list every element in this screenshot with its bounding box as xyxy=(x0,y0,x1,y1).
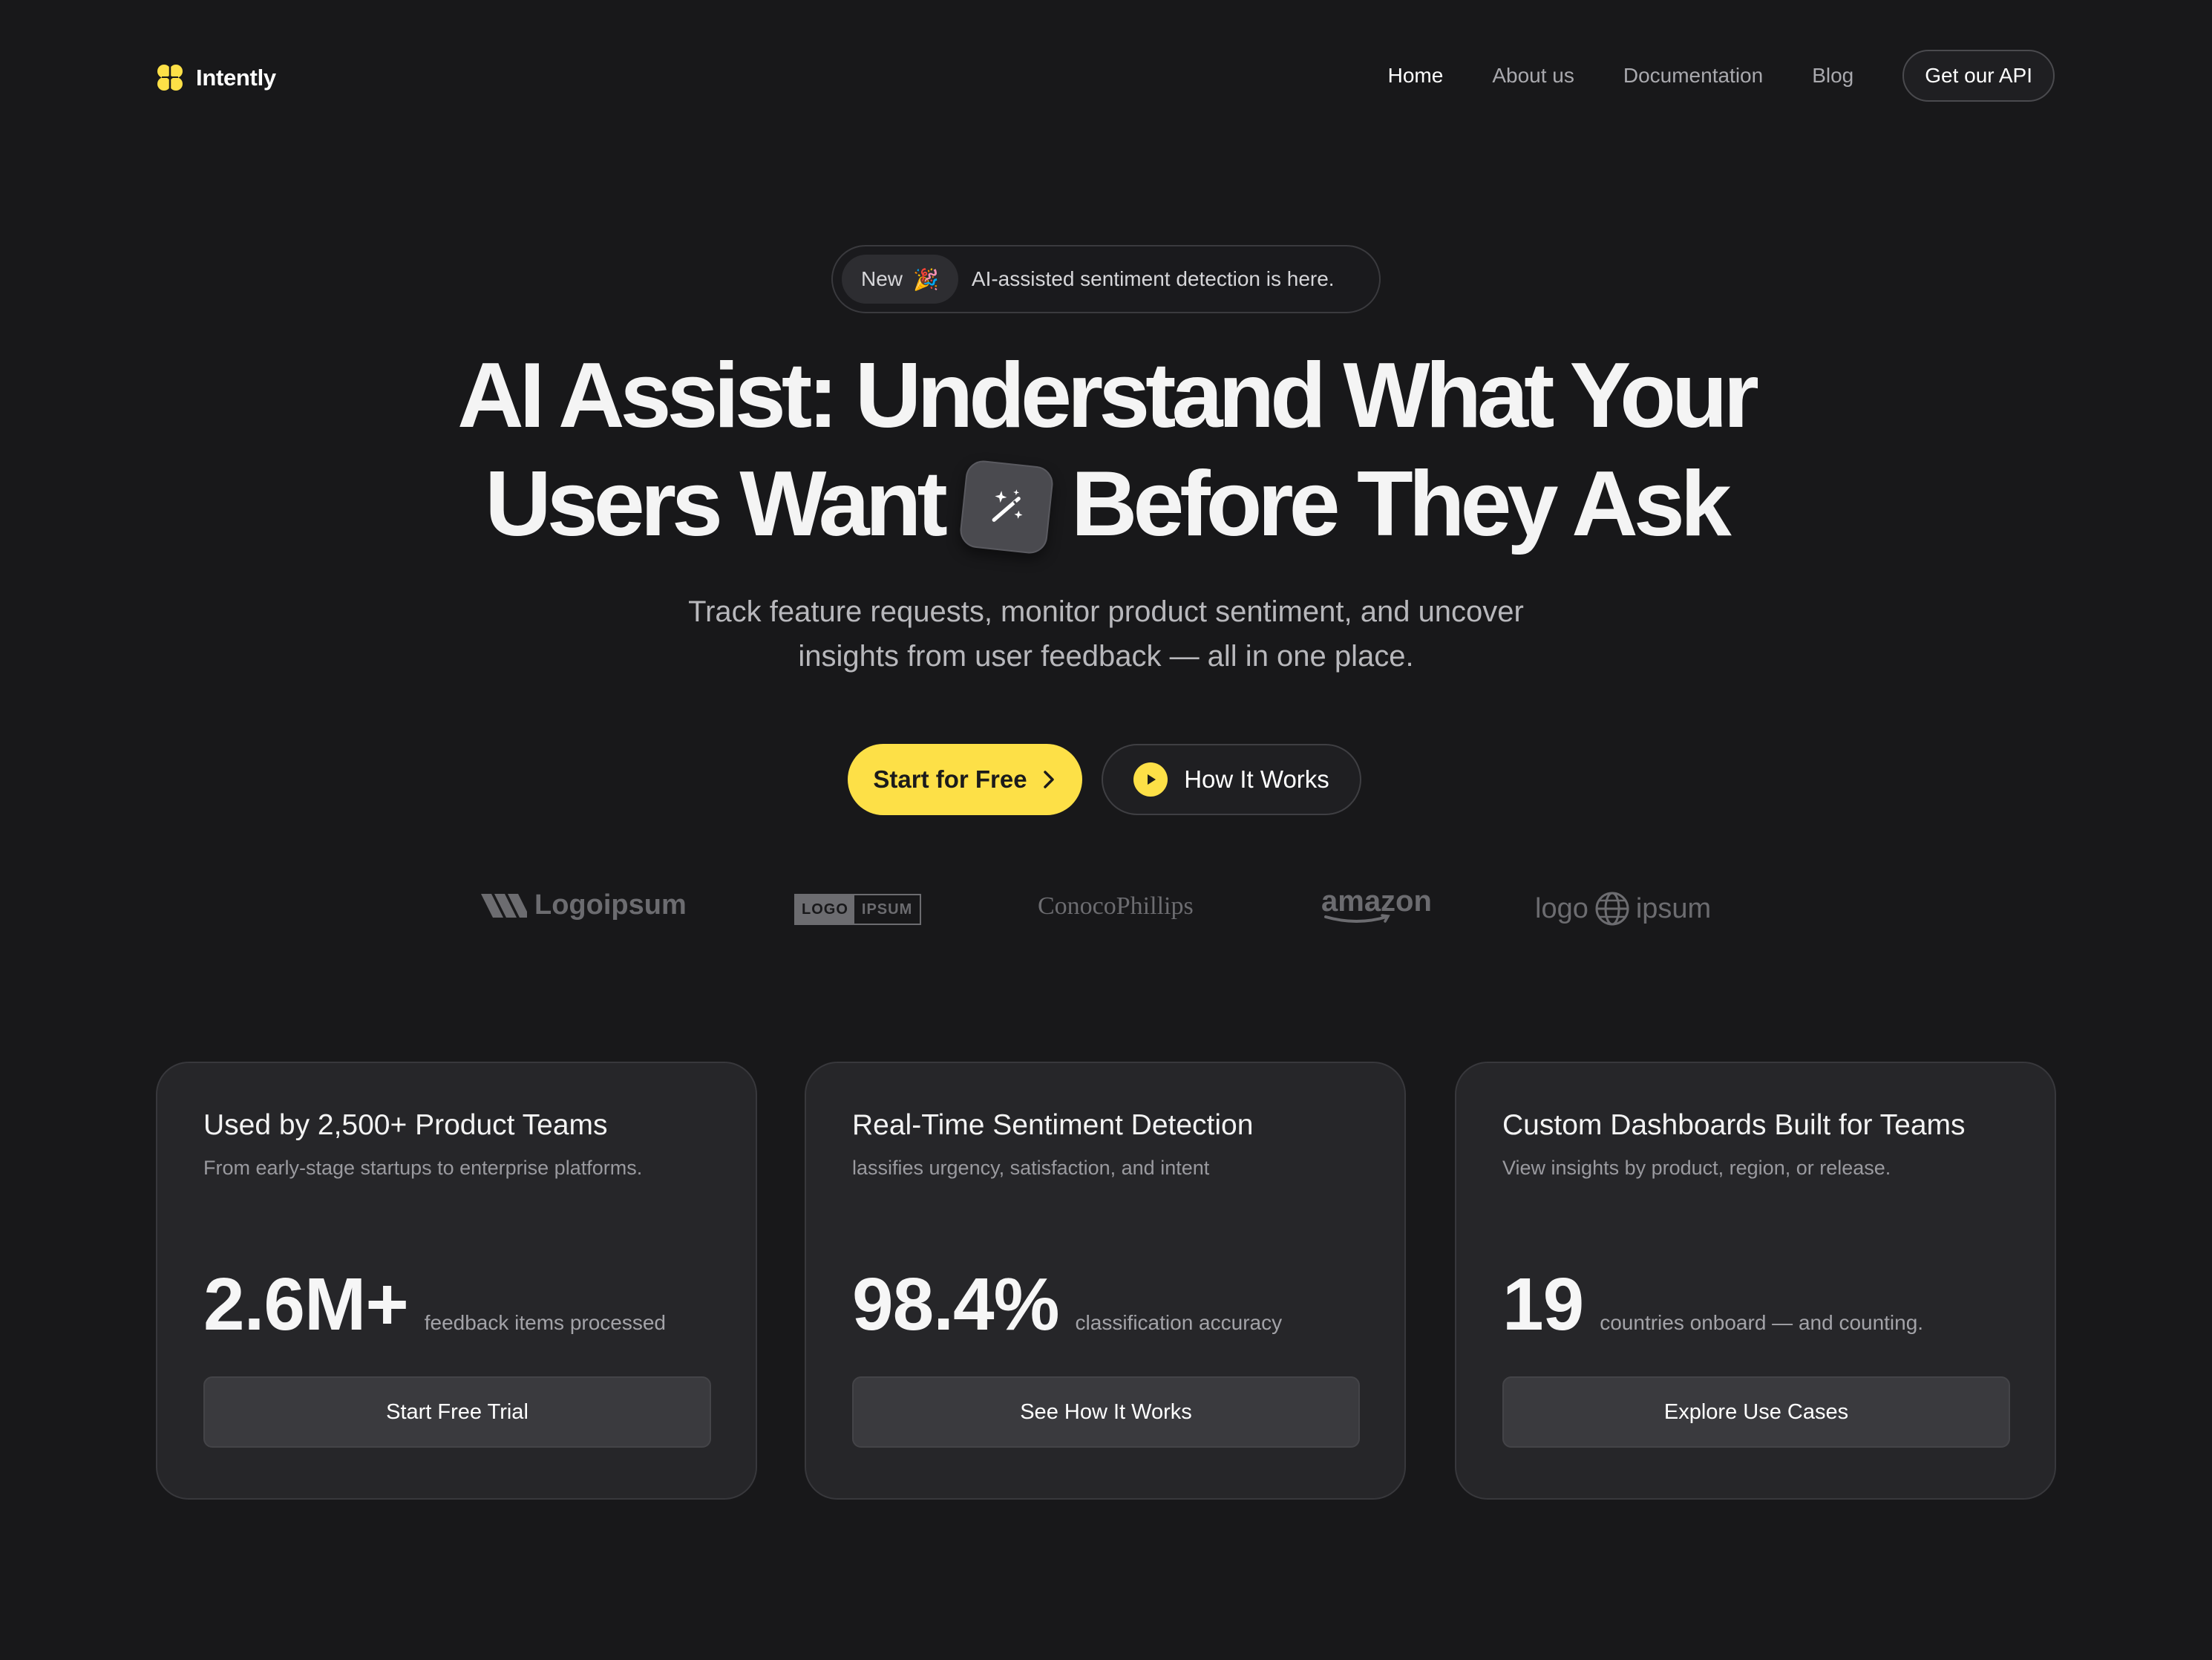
new-badge: New 🎉 xyxy=(842,255,958,304)
announcement-text: AI-assisted sentiment detection is here. xyxy=(971,267,1335,290)
partner-logo-1: Logoipsum xyxy=(481,889,687,921)
card-title: Real-Time Sentiment Detection xyxy=(852,1109,1254,1141)
partner-logo-1-text: Logoipsum xyxy=(534,889,687,921)
announcement-pill[interactable]: New 🎉 AI-assisted sentiment detection is… xyxy=(831,245,1381,313)
start-free-trial-button[interactable]: Start Free Trial xyxy=(203,1376,711,1448)
partner-logo-2: LOGO IPSUM xyxy=(794,894,922,925)
stat-label: countries onboard — and counting. xyxy=(1600,1311,1924,1334)
feature-card-dashboards: Custom Dashboards Built for Teams View i… xyxy=(1455,1062,2056,1500)
partner-logo-5-left: logo xyxy=(1535,892,1588,924)
how-it-works-label: How It Works xyxy=(1184,765,1329,793)
top-nav: Home About us Documentation Blog Get our… xyxy=(1388,50,2055,102)
stat-value: 19 xyxy=(1502,1263,1584,1346)
card-stat: 19 countries onboard — and counting. xyxy=(1502,1262,1923,1347)
nav-home[interactable]: Home xyxy=(1388,64,1444,88)
new-badge-label: New xyxy=(861,267,903,290)
brand-logo[interactable]: Intently xyxy=(154,62,276,94)
hero-title-line-2: Users Want Before They Ask xyxy=(0,450,2212,558)
stat-label: feedback items processed xyxy=(424,1311,666,1334)
amazon-smile-icon xyxy=(1324,914,1390,923)
partner-logo-conocophillips: ConocoPhillips xyxy=(1038,892,1194,921)
stat-label: classification accuracy xyxy=(1075,1311,1283,1334)
explore-use-cases-button[interactable]: Explore Use Cases xyxy=(1502,1376,2010,1448)
partner-logo-5-right: ipsum xyxy=(1635,892,1712,924)
start-for-free-label: Start for Free xyxy=(873,765,1027,793)
stat-value: 98.4% xyxy=(852,1263,1060,1346)
hero-title-part-b: Before They Ask xyxy=(1070,453,1732,555)
nav-about-us[interactable]: About us xyxy=(1492,64,1574,88)
card-description: View insights by product, region, or rel… xyxy=(1502,1157,1891,1179)
card-description: From early-stage startups to enterprise … xyxy=(203,1157,643,1179)
magic-wand-icon xyxy=(958,459,1055,555)
partner-logo-2-left: LOGO xyxy=(796,895,854,924)
card-title: Used by 2,500+ Product Teams xyxy=(203,1109,608,1141)
brain-logo-icon xyxy=(157,65,183,91)
hero-subtitle-line-1: Track feature requests, monitor product … xyxy=(688,595,1524,628)
card-description: lassifies urgency, satisfaction, and int… xyxy=(852,1157,1210,1179)
nav-blog[interactable]: Blog xyxy=(1812,64,1853,88)
brand-name: Intently xyxy=(196,65,276,91)
hero-title-part-a: Users Want xyxy=(485,453,948,555)
start-for-free-button[interactable]: Start for Free xyxy=(848,744,1082,815)
nav-documentation[interactable]: Documentation xyxy=(1623,64,1763,88)
partner-logo-2-right: IPSUM xyxy=(861,901,913,918)
feature-card-sentiment: Real-Time Sentiment Detection lassifies … xyxy=(805,1062,1406,1500)
feature-card-teams: Used by 2,500+ Product Teams From early-… xyxy=(156,1062,757,1500)
logo-ipsum-box: LOGO IPSUM xyxy=(794,894,922,925)
partner-logo-3-text: ConocoPhillips xyxy=(1038,892,1194,920)
how-it-works-button[interactable]: How It Works xyxy=(1102,744,1361,815)
chevron-right-icon xyxy=(1043,771,1054,788)
stat-value: 2.6M+ xyxy=(203,1263,409,1346)
globe-icon xyxy=(1595,892,1629,926)
magic-wand-glyph xyxy=(992,489,1023,522)
partner-logo-5: logo ipsum xyxy=(1535,891,1711,927)
card-title: Custom Dashboards Built for Teams xyxy=(1502,1109,1966,1141)
stripes-logo-icon xyxy=(481,893,527,918)
card-stat: 2.6M+ feedback items processed xyxy=(203,1262,666,1347)
get-api-button[interactable]: Get our API xyxy=(1902,50,2055,102)
party-popper-icon: 🎉 xyxy=(913,267,939,291)
play-icon xyxy=(1133,762,1168,797)
hero-subtitle-line-2: insights from user feedback — all in one… xyxy=(798,640,1414,673)
partner-logos: Logoipsum LOGO IPSUM ConocoPhillips amaz… xyxy=(0,885,2212,932)
partner-logo-amazon: amazon xyxy=(1321,885,1432,926)
see-how-it-works-button[interactable]: See How It Works xyxy=(852,1376,1360,1448)
landing-page: Intently Home About us Documentation Blo… xyxy=(0,0,2212,1660)
card-stat: 98.4% classification accuracy xyxy=(852,1262,1282,1347)
hero-title-line-1: AI Assist: Understand What Your xyxy=(457,344,1759,447)
